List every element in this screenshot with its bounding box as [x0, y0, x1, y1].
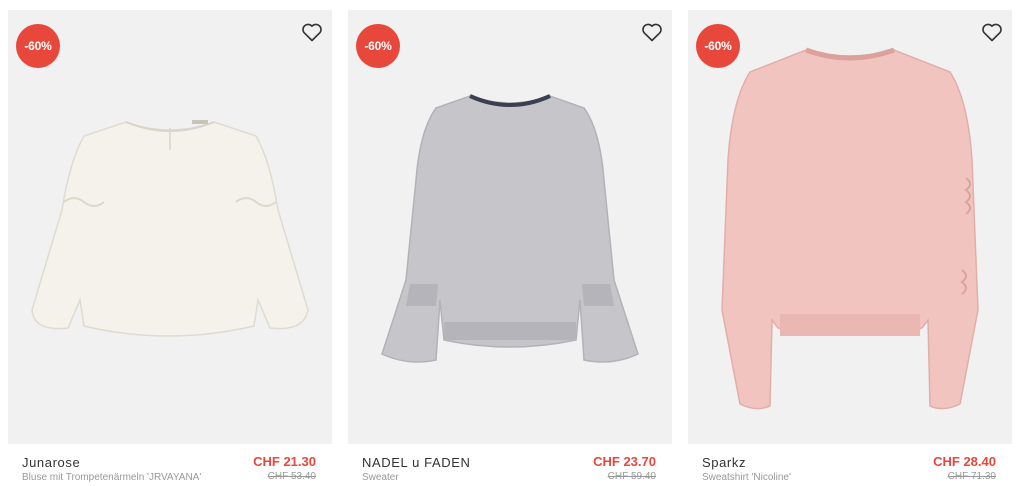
product-image[interactable]: -60% — [348, 10, 672, 444]
sale-price: CHF 21.30 — [253, 454, 316, 469]
product-brand: Sparkz — [702, 455, 747, 470]
discount-badge: -60% — [696, 24, 740, 68]
product-image[interactable]: -60% — [8, 10, 332, 444]
product-card[interactable]: -60% Sparkz Sweatshirt 'Nicoline' CHF 28… — [688, 10, 1012, 486]
original-price: CHF 53.40 — [267, 471, 316, 482]
sweater-image — [381, 94, 639, 363]
product-name: Sweater — [362, 472, 399, 483]
product-brand: Junarose — [22, 455, 81, 470]
discount-badge: -60% — [16, 24, 60, 68]
product-info: Junarose Bluse mit Trompetenärmeln 'JRVA… — [8, 454, 332, 486]
wishlist-heart-icon[interactable] — [640, 20, 664, 44]
wishlist-heart-icon[interactable] — [980, 20, 1004, 44]
sale-price: CHF 28.40 — [933, 454, 996, 469]
blouse-image — [31, 120, 309, 337]
wishlist-heart-icon[interactable] — [300, 20, 324, 44]
sweatshirt-image — [721, 47, 979, 410]
product-image[interactable]: -60% — [688, 10, 1012, 444]
product-name: Sweatshirt 'Nicoline' — [702, 472, 791, 483]
original-price: CHF 59.40 — [607, 471, 656, 482]
product-info: NADEL u FADEN Sweater CHF 23.70 CHF 59.4… — [348, 454, 672, 486]
product-card[interactable]: -60% NADEL u FADEN Sweater CHF 23.70 CHF… — [348, 10, 672, 486]
discount-badge: -60% — [356, 24, 400, 68]
sale-price: CHF 23.70 — [593, 454, 656, 469]
product-card[interactable]: -60% Junarose Bluse mit Trompetenärmeln … — [8, 10, 332, 486]
product-brand: NADEL u FADEN — [362, 455, 471, 470]
original-price: CHF 71.30 — [947, 471, 996, 482]
product-name: Bluse mit Trompetenärmeln 'JRVAYANA' — [22, 472, 202, 483]
product-info: Sparkz Sweatshirt 'Nicoline' CHF 28.40 C… — [688, 454, 1012, 486]
